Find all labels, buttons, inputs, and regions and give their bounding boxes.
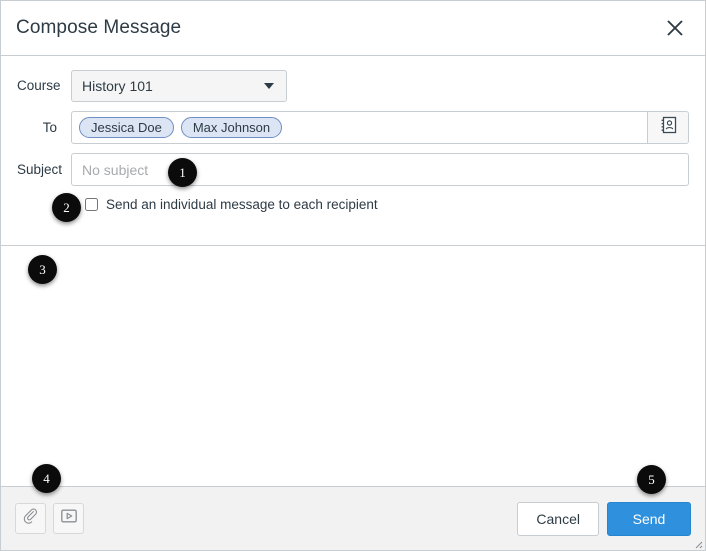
individual-message-checkbox[interactable] [85, 198, 98, 211]
address-book-icon [660, 116, 677, 139]
compose-form: Course History 101 To Jessica Doe Max Jo… [1, 56, 705, 212]
subject-row: Subject [17, 153, 689, 186]
annotation-badge-5: 5 [637, 465, 666, 494]
course-row: Course History 101 [17, 70, 689, 102]
attach-file-button[interactable] [15, 503, 46, 534]
paperclip-icon [22, 508, 39, 530]
course-selected-value: History 101 [82, 78, 153, 94]
page-title: Compose Message [16, 17, 182, 38]
cancel-button[interactable]: Cancel [517, 501, 599, 536]
annotation-badge-1: 1 [168, 158, 197, 187]
address-book-button[interactable] [647, 112, 688, 143]
footer-attachment-tools [15, 503, 84, 534]
close-icon [666, 19, 684, 37]
recipient-token[interactable]: Max Johnson [180, 117, 283, 138]
subject-label: Subject [17, 161, 63, 177]
chevron-down-icon [264, 83, 274, 89]
to-row: To Jessica Doe Max Johnson [17, 111, 689, 144]
course-label: Course [17, 78, 61, 94]
recipient-token[interactable]: Jessica Doe [79, 117, 174, 138]
record-media-button[interactable] [53, 503, 84, 534]
to-label: To [42, 119, 57, 135]
send-button[interactable]: Send [607, 501, 691, 536]
course-select[interactable]: History 101 [71, 70, 287, 102]
media-comment-icon [60, 508, 78, 529]
recipient-token-list[interactable]: Jessica Doe Max Johnson [72, 112, 647, 143]
annotation-badge-3: 3 [28, 255, 57, 284]
dialog-footer: Cancel Send [1, 486, 705, 550]
subject-input[interactable] [71, 153, 689, 186]
close-button[interactable] [659, 12, 691, 44]
compose-message-dialog: Compose Message Course History 101 To Je… [0, 0, 706, 551]
annotation-badge-2: 2 [52, 193, 81, 222]
annotation-badge-4: 4 [32, 464, 61, 493]
individual-message-row: Send an individual message to each recip… [17, 197, 689, 212]
individual-message-label[interactable]: Send an individual message to each recip… [106, 197, 378, 212]
dialog-header: Compose Message [1, 1, 705, 56]
footer-actions: Cancel Send [517, 501, 691, 536]
to-field[interactable]: Jessica Doe Max Johnson [71, 111, 689, 144]
resize-grip-icon[interactable] [691, 536, 703, 549]
message-body-input[interactable] [2, 246, 704, 486]
